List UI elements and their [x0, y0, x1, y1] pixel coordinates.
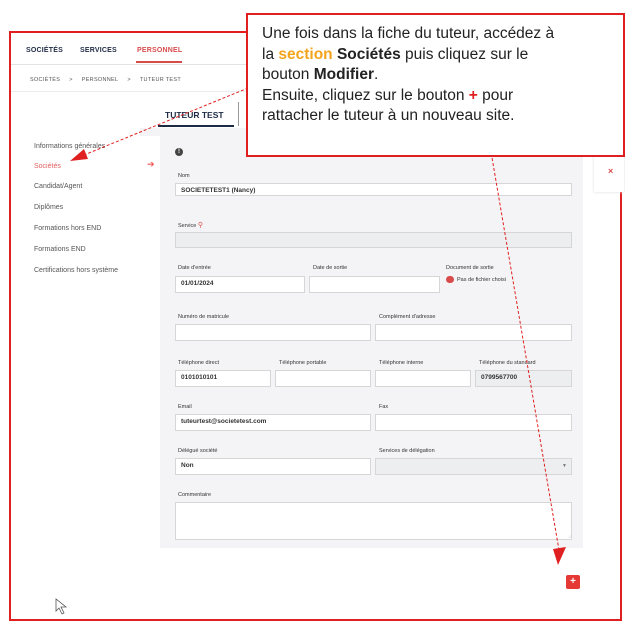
callout-line: Ensuite, cliquez sur le bouton + pour [262, 86, 514, 104]
callout-line: Une fois dans la fiche du tuteur, accéde… [262, 25, 555, 42]
callout-line: bouton Modifier. [262, 66, 379, 83]
mouse-cursor-icon [55, 598, 68, 615]
callout-line: rattacher le tuteur à un nouveau site. [262, 107, 515, 124]
callout-line: la section Sociétés puis cliquez sur le [262, 45, 529, 63]
instruction-callout: Une fois dans la fiche du tuteur, accéde… [246, 13, 625, 157]
